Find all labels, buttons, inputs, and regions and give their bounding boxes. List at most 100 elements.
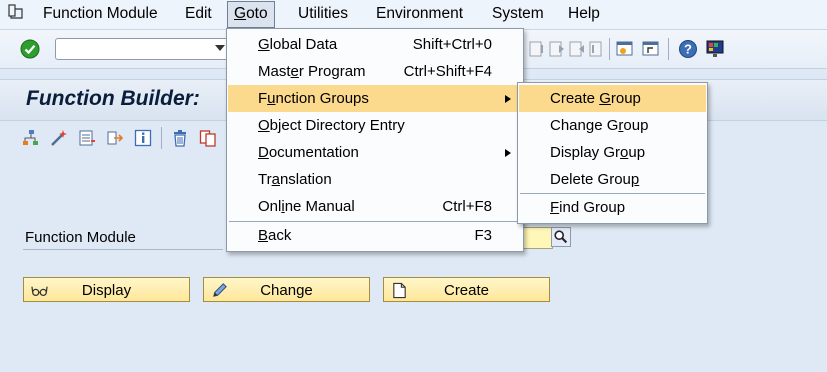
search-icon	[554, 230, 568, 244]
submenu-item-delete-group[interactable]: Delete Group	[519, 166, 706, 193]
generate-shortcut-icon[interactable]	[641, 39, 661, 59]
menu-item-master-program[interactable]: Master Program Ctrl+Shift+F4	[228, 58, 522, 85]
menu-item-shortcut: Shift+Ctrl+0	[412, 36, 492, 53]
menu-item-label: Change Group	[550, 117, 648, 134]
label-part: Create	[550, 90, 600, 107]
first-page-icon[interactable]	[527, 39, 547, 59]
menu-item-label: Global Data	[258, 36, 337, 53]
label-part: Display Gr	[550, 144, 621, 161]
label-part: ind Group	[559, 199, 626, 216]
label-part: up	[628, 144, 646, 161]
menu-goto-mnemonic: G	[234, 5, 247, 22]
label-part: Delete Grou	[550, 171, 631, 188]
label-mnemonic: p	[630, 171, 640, 188]
hierarchy-icon[interactable]	[22, 129, 40, 147]
last-page-icon[interactable]	[587, 39, 607, 59]
search-help-button[interactable]	[551, 227, 571, 247]
label-part: r Program	[298, 63, 366, 80]
change-button[interactable]: Change	[203, 277, 370, 302]
function-groups-submenu: Create Group Change Group Display Group …	[517, 82, 708, 224]
command-field[interactable]	[55, 38, 232, 60]
function-module-input[interactable]	[521, 227, 553, 249]
function-module-label: Function Module	[25, 229, 136, 246]
menu-item-label: Delete Group	[550, 171, 639, 188]
menu-help[interactable]: Help	[568, 5, 600, 23]
label-part: F	[258, 90, 268, 107]
display-button[interactable]: Display	[23, 277, 190, 302]
info-icon[interactable]	[134, 129, 152, 147]
menu-item-label: Create Group	[550, 90, 641, 107]
menu-environment[interactable]: Environment	[376, 5, 463, 23]
application-toolbar	[0, 121, 230, 155]
copy-icon[interactable]	[199, 129, 217, 147]
label-mnemonic: a	[271, 171, 280, 188]
menu-system[interactable]: System	[492, 5, 544, 23]
delete-icon[interactable]	[171, 129, 189, 147]
label-part: lobal Data	[269, 36, 338, 53]
label-part: ocumentation	[268, 144, 359, 161]
create-button-label: Create	[443, 282, 490, 299]
goto-menu: Global Data Shift+Ctrl+0 Master Program …	[226, 28, 524, 252]
label-part: Mast	[258, 63, 291, 80]
label-part: oup	[623, 117, 649, 134]
create-session-icon[interactable]	[615, 39, 635, 59]
menu-item-label: Object Directory Entry	[258, 117, 405, 134]
submenu-arrow-icon	[505, 95, 511, 103]
menu-item-documentation[interactable]: Documentation	[228, 139, 522, 166]
menu-goto[interactable]: Goto	[227, 1, 275, 28]
label-part: ack	[268, 227, 292, 244]
menu-item-shortcut: Ctrl+Shift+F4	[403, 63, 492, 80]
page-title: Function Builder:	[26, 87, 200, 110]
menu-item-function-groups[interactable]: Function Groups	[228, 85, 522, 112]
change-button-label: Change	[260, 282, 313, 299]
label-part: bject Directory Entry	[269, 117, 405, 134]
submenu-item-create-group[interactable]: Create Group	[519, 85, 706, 112]
toolbar-separator	[609, 38, 610, 60]
label-mnemonic: u	[267, 90, 276, 107]
customize-layout-icon[interactable]	[705, 39, 725, 59]
menu-item-global-data[interactable]: Global Data Shift+Ctrl+0	[228, 31, 522, 58]
menu-item-label: Find Group	[550, 199, 625, 216]
display-button-label: Display	[81, 282, 132, 299]
magic-wand-icon[interactable]	[50, 129, 68, 147]
help-icon[interactable]: ?	[678, 39, 698, 59]
menu-item-object-directory-entry[interactable]: Object Directory Entry	[228, 112, 522, 139]
label-mnemonic: F	[550, 199, 560, 216]
label-part: roup	[610, 90, 641, 107]
label-mnemonic: e	[290, 63, 299, 80]
menu-item-shortcut: F3	[474, 227, 492, 244]
svg-text:?: ?	[684, 42, 692, 57]
menu-item-online-manual[interactable]: Online Manual Ctrl+F8	[228, 193, 522, 220]
menu-edit[interactable]: Edit	[185, 5, 212, 23]
menu-bar: Function Module Edit Goto Utilities Envi…	[0, 0, 827, 30]
enter-check-icon[interactable]	[20, 39, 40, 59]
submenu-item-change-group[interactable]: Change Group	[519, 112, 706, 139]
menu-item-label: Back	[258, 227, 291, 244]
menu-item-label: Master Program	[258, 63, 366, 80]
label-part: nslation	[279, 171, 332, 188]
toolbar-separator	[161, 127, 162, 149]
label-part: Onl	[258, 198, 282, 215]
menu-list-icon[interactable]	[8, 4, 24, 20]
menu-utilities[interactable]: Utilities	[298, 5, 348, 23]
label-underline	[23, 249, 223, 250]
submenu-item-find-group[interactable]: Find Group	[519, 194, 706, 221]
label-mnemonic: G	[258, 36, 270, 53]
menu-item-label: Translation	[258, 171, 332, 188]
label-mnemonic: D	[258, 144, 269, 161]
create-button[interactable]: Create	[383, 277, 550, 302]
previous-page-icon[interactable]	[547, 39, 567, 59]
menu-item-label: Online Manual	[258, 198, 355, 215]
submenu-item-display-group[interactable]: Display Group	[519, 139, 706, 166]
menu-item-back[interactable]: Back F3	[228, 222, 522, 249]
label-part: Tr	[258, 171, 272, 188]
menu-item-label: Display Group	[550, 144, 645, 161]
next-page-icon[interactable]	[567, 39, 587, 59]
menu-item-translation[interactable]: Translation	[228, 166, 522, 193]
where-used-list-icon[interactable]	[78, 129, 96, 147]
menu-function-module[interactable]: Function Module	[43, 5, 158, 23]
navigate-icon[interactable]	[106, 129, 124, 147]
command-dropdown-icon[interactable]	[215, 45, 225, 51]
label-mnemonic: B	[258, 227, 269, 244]
menu-item-label: Function Groups	[258, 90, 369, 107]
